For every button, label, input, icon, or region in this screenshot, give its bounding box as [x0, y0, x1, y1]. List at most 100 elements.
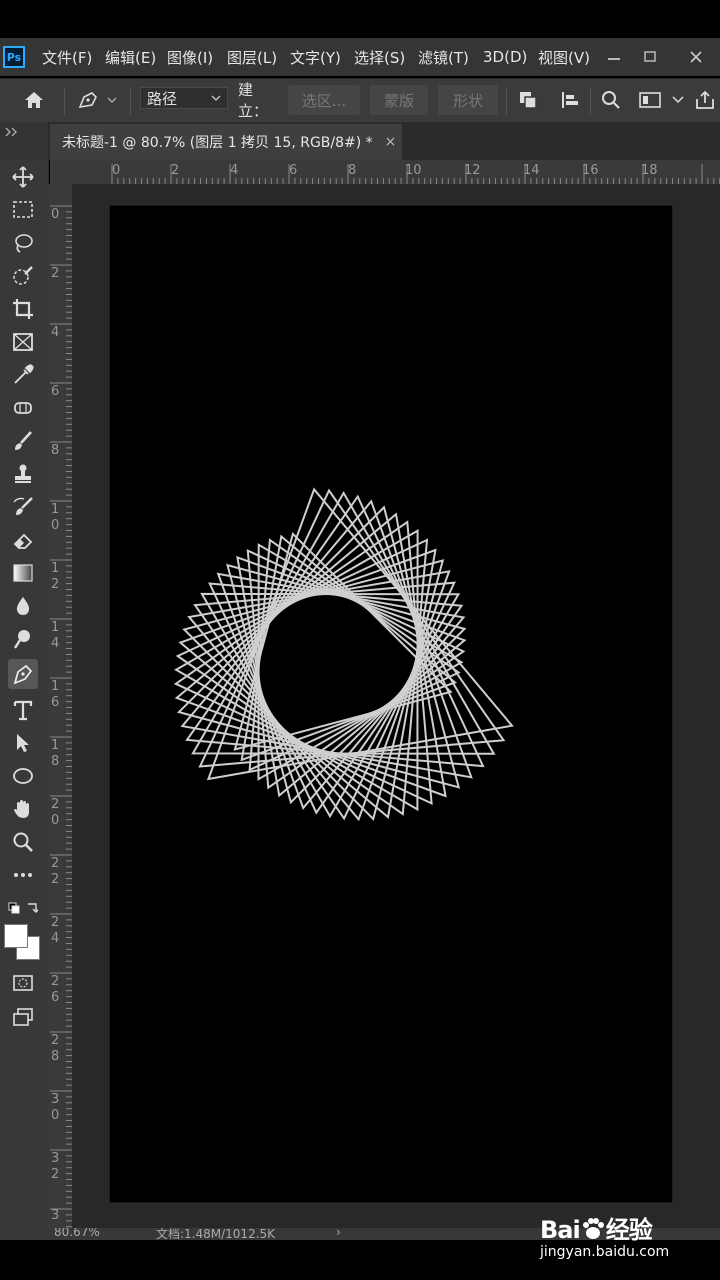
ruler-label: 10: [405, 163, 422, 178]
watermark-url: jingyan.baidu.com: [540, 1244, 670, 1260]
baidu-logo: Bai 经验: [540, 1216, 653, 1244]
ruler-label: 8: [51, 443, 60, 458]
options-bar: 路径 建立： 选区... 蒙版 形状: [0, 78, 720, 124]
clone-stamp-tool-icon[interactable]: [8, 459, 38, 489]
status-bar-strip: [0, 0, 720, 38]
eyedropper-tool-icon[interactable]: [8, 360, 38, 390]
document-tab[interactable]: 未标题-1 @ 80.7% (图层 1 拷贝 15, RGB/8#) * ×: [50, 124, 402, 160]
dodge-tool-icon[interactable]: [8, 624, 38, 654]
hand-tool-icon[interactable]: [8, 794, 38, 824]
ruler-label: 0: [112, 163, 121, 178]
ruler-label: 18: [641, 163, 658, 178]
ruler-label: 0: [51, 207, 60, 222]
pen-tool-preset-picker[interactable]: [72, 85, 124, 115]
ruler-label: 12: [464, 163, 481, 178]
ellipse-tool-icon[interactable]: [8, 761, 38, 791]
divider: [590, 87, 591, 115]
paw-icon: [582, 1218, 604, 1239]
minimize-icon[interactable]: [596, 38, 632, 76]
menu-view[interactable]: 视图(V): [538, 47, 590, 68]
ruler-label: 4: [230, 163, 239, 178]
menu-layer[interactable]: 图层(L): [227, 47, 277, 68]
status-menu-arrow-icon[interactable]: ›: [336, 1228, 341, 1239]
pen-mode-value: 路径: [147, 89, 178, 108]
close-tab-icon[interactable]: ×: [385, 134, 397, 150]
divider: [64, 87, 65, 115]
menu-edit[interactable]: 编辑(E): [105, 47, 156, 68]
make-selection-button[interactable]: 选区...: [288, 85, 360, 115]
screen-mode-icon[interactable]: [8, 1002, 38, 1032]
make-mask-button[interactable]: 蒙版: [370, 85, 428, 115]
menu-filter[interactable]: 滤镜(T): [418, 47, 469, 68]
healing-brush-tool-icon[interactable]: [8, 393, 38, 423]
ruler-label: 10: [51, 502, 60, 533]
crop-tool-icon[interactable]: [8, 294, 38, 324]
vertical-ruler: 0 2 4 6 8 10 12 14 16 18 20 22 24 26 28 …: [48, 184, 73, 1228]
workspace-icon[interactable]: [636, 85, 664, 115]
ruler-label: 24: [51, 915, 60, 946]
divider: [506, 87, 507, 115]
ruler-label: 14: [523, 163, 540, 178]
ruler-label: 16: [582, 163, 599, 178]
share-icon[interactable]: [692, 85, 718, 115]
ruler-label: 6: [289, 163, 298, 178]
ruler-label: 30: [51, 1092, 60, 1123]
ruler-label: 2: [171, 163, 180, 178]
search-icon[interactable]: [596, 85, 626, 115]
move-tool-icon[interactable]: [8, 162, 38, 192]
menu-file[interactable]: 文件(F): [42, 47, 92, 68]
more-tools-icon[interactable]: [8, 860, 38, 890]
ruler-label: 18: [51, 738, 60, 769]
lasso-tool-icon[interactable]: [8, 228, 38, 258]
ruler-label: 12: [51, 561, 60, 592]
type-tool-icon[interactable]: [8, 695, 38, 725]
home-icon[interactable]: [14, 85, 54, 115]
ruler-label: 4: [51, 325, 60, 340]
zoom-level[interactable]: 80.67%: [54, 1228, 100, 1239]
ruler-label: 32: [51, 1151, 60, 1182]
photoshop-logo-icon: Ps: [3, 46, 25, 68]
rotated-triangles-artwork: [173, 487, 514, 822]
frame-tool-icon[interactable]: [8, 327, 38, 357]
menu-type[interactable]: 文字(Y): [290, 47, 341, 68]
brush-tool-icon[interactable]: [8, 426, 38, 456]
foreground-color-swatch[interactable]: [4, 924, 28, 948]
menu-3d[interactable]: 3D(D): [483, 48, 527, 66]
default-colors-icon[interactable]: [8, 898, 38, 918]
quick-mask-icon[interactable]: [8, 968, 38, 998]
horizontal-ruler: 0 2 4 6 8 10 12 14 16 18: [50, 160, 720, 185]
path-operations-icon[interactable]: [512, 85, 544, 115]
history-brush-tool-icon[interactable]: [8, 492, 38, 522]
path-alignment-icon[interactable]: [554, 85, 586, 115]
divider: [130, 87, 131, 115]
chevron-down-icon[interactable]: [668, 85, 688, 115]
ruler-label: 28: [51, 1033, 60, 1064]
chevron-down-icon: [211, 95, 221, 101]
ruler-label: 20: [51, 797, 60, 828]
document-canvas[interactable]: [110, 206, 672, 1202]
eraser-tool-icon[interactable]: [8, 525, 38, 555]
ruler-label: 6: [51, 384, 60, 399]
toolbar-collapse-handle[interactable]: [0, 122, 48, 160]
path-selection-tool-icon[interactable]: [8, 728, 38, 758]
make-shape-button[interactable]: 形状: [438, 85, 498, 115]
pen-tool-icon[interactable]: [8, 659, 38, 689]
document-size-info: 文档:1.48M/1012.5K: [156, 1228, 276, 1240]
ruler-label: 8: [348, 163, 357, 178]
gradient-tool-icon[interactable]: [8, 558, 38, 588]
menu-image[interactable]: 图像(I): [167, 47, 213, 68]
build-label: 建立：: [238, 81, 269, 120]
ruler-label: 14: [51, 620, 60, 651]
quick-selection-tool-icon[interactable]: [8, 261, 38, 291]
menu-select[interactable]: 选择(S): [354, 47, 405, 68]
baidu-jingyan-watermark: Bai 经验 jingyan.baidu.com: [540, 1206, 690, 1268]
marquee-tool-icon[interactable]: [8, 195, 38, 225]
zoom-tool-icon[interactable]: [8, 827, 38, 857]
pen-mode-select[interactable]: 路径: [140, 87, 228, 109]
blur-tool-icon[interactable]: [8, 591, 38, 621]
tools-panel: [0, 160, 49, 1240]
close-window-icon[interactable]: [678, 38, 714, 76]
ruler-label: 2: [51, 266, 60, 281]
restore-icon[interactable]: [632, 38, 668, 76]
ruler-label: 26: [51, 974, 60, 1005]
